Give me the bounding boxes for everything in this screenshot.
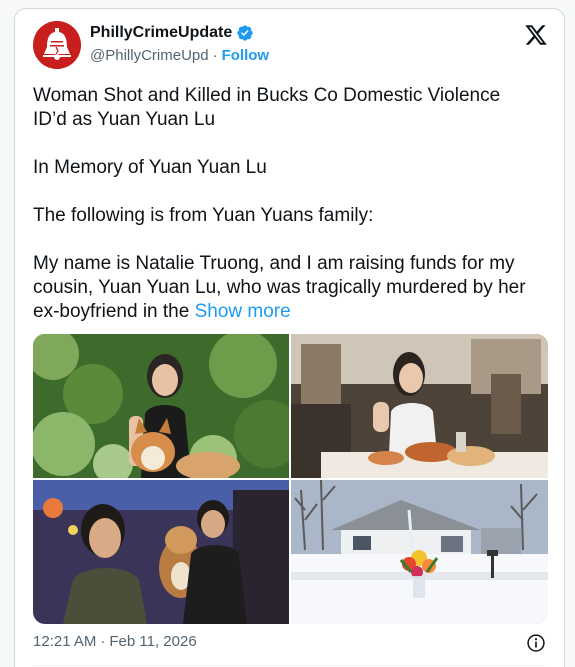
x-logo-icon[interactable]: [524, 23, 548, 47]
info-icon[interactable]: [526, 633, 546, 653]
verified-badge-icon: [237, 25, 253, 41]
name-row: PhillyCrimeUpdate: [90, 24, 254, 42]
tweet-line: My name is Natalie Truong, and I am rais…: [33, 253, 515, 274]
display-name[interactable]: PhillyCrimeUpdate: [90, 24, 232, 42]
tweet-text: Woman Shot and Killed in Bucks Co Domest…: [33, 84, 553, 324]
tweet-line: In Memory of Yuan Yuan Lu: [33, 157, 267, 178]
photo-friends-with-dog[interactable]: [33, 480, 289, 624]
tweet-line: Woman Shot and Killed in Bucks Co Domest…: [33, 85, 501, 106]
timestamp-separator: ·: [100, 633, 106, 650]
tweet-line: cousin, Yuan Yuan Lu, who was tragically…: [33, 277, 526, 298]
tweet-time: 12:21 AM: [33, 633, 97, 650]
photo-woman-at-restaurant[interactable]: [291, 334, 548, 478]
tweet-card: PhillyCrimeUpdate @PhillyCrimeUpd · Foll…: [14, 8, 565, 667]
handle-separator: ·: [212, 47, 218, 64]
media-grid: [33, 334, 548, 624]
tweet-line-text: ex-boyfriend in the: [33, 301, 190, 322]
follow-button[interactable]: Follow: [222, 47, 270, 64]
divider: [33, 665, 546, 666]
tweet-line: The following is from Yuan Yuans family:: [33, 205, 374, 226]
show-more-link[interactable]: Show more: [195, 301, 291, 322]
handle[interactable]: @PhillyCrimeUpd: [90, 47, 209, 64]
photo-snowy-house-memorial[interactable]: [291, 480, 548, 624]
tweet-line: ID’d as Yuan Yuan Lu: [33, 109, 216, 130]
tweet-timestamp[interactable]: 12:21 AM · Feb 11, 2026: [33, 633, 197, 650]
avatar[interactable]: [33, 21, 81, 69]
tweet-date: Feb 11, 2026: [109, 633, 197, 650]
tweet-line-last: ex-boyfriend in the Show more: [33, 300, 553, 324]
handle-row: @PhillyCrimeUpd · Follow: [90, 47, 269, 64]
liberty-bell-logo: [33, 21, 81, 69]
photo-woman-with-corgi[interactable]: [33, 334, 289, 478]
